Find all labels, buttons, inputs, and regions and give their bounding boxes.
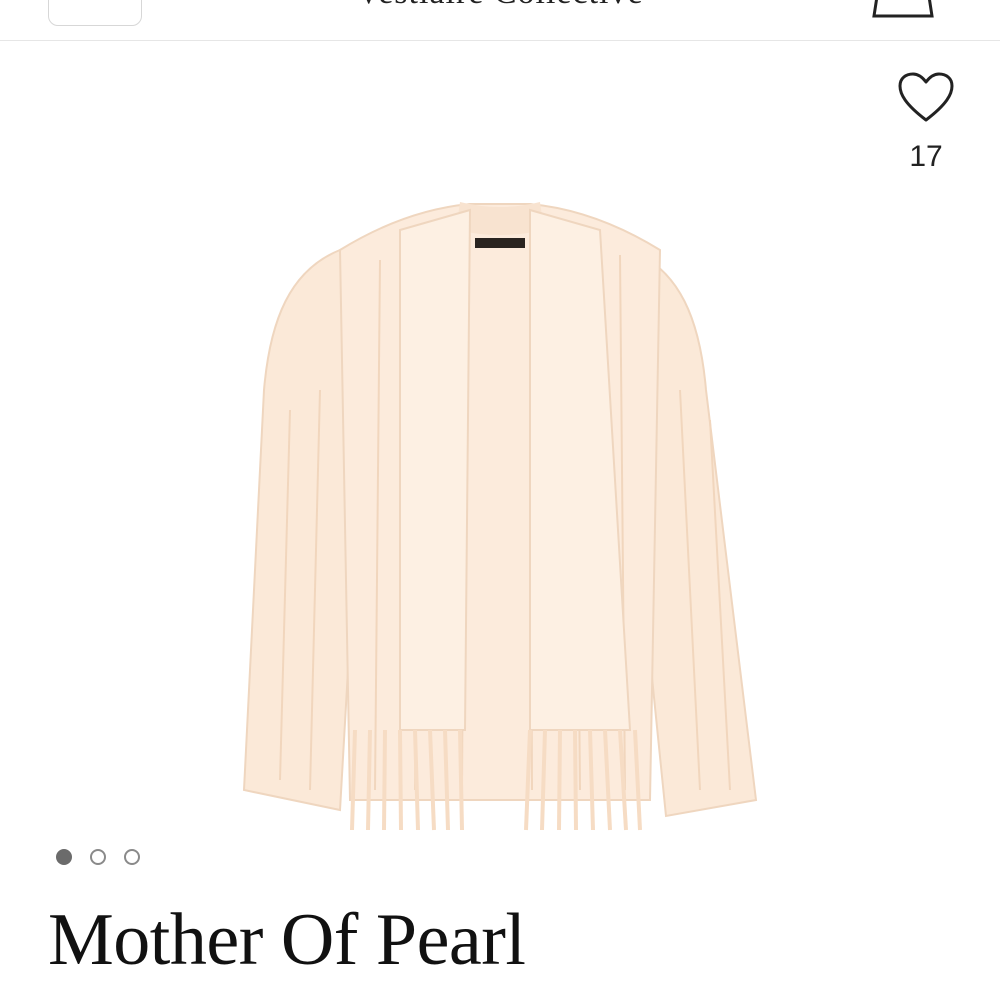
- product-photo[interactable]: [230, 190, 770, 840]
- shopping-bag-icon: [872, 0, 934, 18]
- top-header: Vestiaire Collective: [0, 0, 1000, 41]
- brand-logo[interactable]: Vestiaire Collective: [0, 0, 1000, 12]
- favorite-button[interactable]: 17: [896, 72, 956, 174]
- carousel-dot[interactable]: [90, 848, 106, 865]
- shopping-bag-button[interactable]: [872, 0, 934, 25]
- heart-icon: [898, 72, 954, 122]
- favorite-count: 17: [909, 140, 943, 173]
- product-title: Mother Of Pearl: [48, 899, 526, 981]
- carousel-dot[interactable]: [56, 848, 72, 865]
- image-carousel-indicator[interactable]: [56, 848, 158, 868]
- carousel-dot[interactable]: [124, 848, 140, 865]
